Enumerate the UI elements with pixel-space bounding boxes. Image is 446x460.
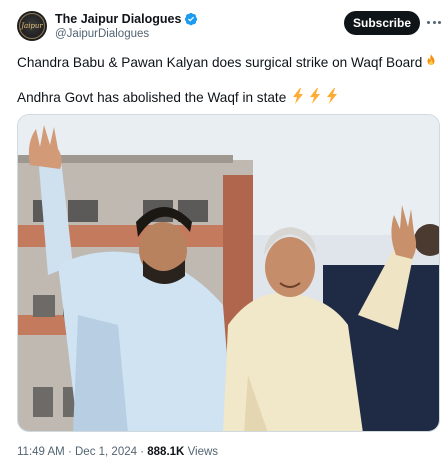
author-display-name[interactable]: The Jaipur Dialogues xyxy=(55,12,181,26)
lightning-emoji-icon xyxy=(310,88,321,104)
post-text-line-1: Chandra Babu & Pawan Kalyan does surgica… xyxy=(17,53,439,70)
author-name-row: The Jaipur Dialogues xyxy=(55,11,198,27)
post-date[interactable]: Dec 1, 2024 xyxy=(75,446,137,458)
tweet: Jaipur The Jaipur Dialogues @JaipurDialo… xyxy=(0,0,446,460)
post-text-line-2-text: Andhra Govt has abolished the Waqf in st… xyxy=(17,90,287,105)
lightning-emoji-icon xyxy=(327,88,338,104)
views-label: Views xyxy=(187,446,219,458)
post-text-line-2: Andhra Govt has abolished the Waqf in st… xyxy=(17,88,339,105)
avatar[interactable]: Jaipur xyxy=(17,11,47,41)
meta-separator: · xyxy=(140,446,145,458)
post-photo[interactable] xyxy=(17,114,440,432)
views-count[interactable]: 888.1K xyxy=(147,446,184,458)
post-time[interactable]: 11:49 AM xyxy=(17,446,65,458)
meta-separator: · xyxy=(67,446,72,458)
subscribe-button[interactable]: Subscribe xyxy=(344,11,420,35)
post-text-line-1-text: Chandra Babu & Pawan Kalyan does surgica… xyxy=(17,55,423,70)
fire-emoji-icon xyxy=(427,54,435,65)
more-dots-icon[interactable] xyxy=(427,15,441,29)
author-handle[interactable]: @JaipurDialogues xyxy=(55,28,149,40)
avatar-logo: Jaipur xyxy=(21,22,43,30)
lightning-emoji-icon xyxy=(293,88,304,104)
photo-illustration xyxy=(18,115,439,431)
verified-badge-icon xyxy=(185,12,198,26)
post-meta: 11:49 AM · Dec 1, 2024 · 888.1K Views xyxy=(17,446,218,458)
